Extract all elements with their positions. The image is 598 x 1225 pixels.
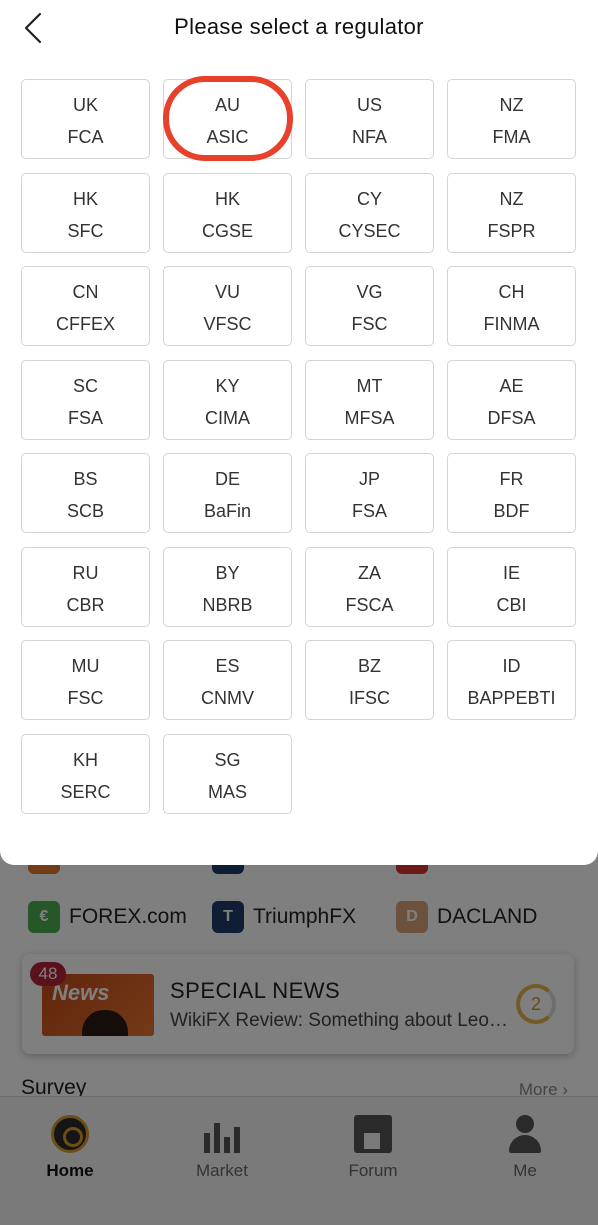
sheet-title: Please select a regulator (174, 14, 424, 39)
regulator-code: SFC (67, 221, 104, 241)
regulator-country: AE (499, 376, 524, 396)
regulator-country: CY (356, 189, 382, 209)
regulator-code: SCB (66, 501, 104, 521)
regulator-code: FSC (351, 314, 388, 334)
regulator-country: SG (214, 750, 241, 770)
regulator-code: CFFEX (55, 314, 115, 334)
regulator-country: AU (214, 95, 240, 115)
regulator-option-mfsa-mt[interactable]: MT MFSA (305, 360, 434, 440)
regulator-option-sfc-hk[interactable]: HK SFC (21, 173, 150, 253)
regulator-country: HK (72, 189, 98, 209)
regulator-select-sheet: Please select a regulator UK FCA AU ASIC US N… (0, 0, 598, 865)
regulator-code: FCA (67, 127, 104, 147)
regulator-code: BAPPEBTI (467, 688, 556, 708)
regulator-code: FINMA (483, 314, 540, 334)
regulator-option-vfsc-vu[interactable]: VU VFSC (163, 266, 292, 346)
regulator-option-fspr-nz[interactable]: NZ FSPR (447, 173, 576, 253)
regulator-code: CGSE (201, 221, 253, 241)
regulator-option-fsa-sc[interactable]: SC FSA (21, 360, 150, 440)
regulator-option-bafin-de[interactable]: DE BaFin (163, 453, 292, 533)
regulator-option-finma-ch[interactable]: CH FINMA (447, 266, 576, 346)
regulator-option-ifsc-bz[interactable]: BZ IFSC (305, 640, 434, 720)
regulator-option-serc-kh[interactable]: KH SERC (21, 734, 150, 814)
regulator-code: BaFin (203, 501, 252, 521)
regulator-country: SC (72, 376, 98, 396)
regulator-option-scb-bs[interactable]: BS SCB (21, 453, 150, 533)
regulator-country: IE (502, 563, 520, 583)
regulator-code: CBR (66, 595, 105, 615)
regulator-country: KH (72, 750, 98, 770)
regulator-country: MU (71, 656, 100, 676)
regulator-country: ID (502, 656, 521, 676)
regulator-country: ZA (357, 563, 381, 583)
regulator-code: CYSEC (338, 221, 401, 241)
regulator-country: FR (499, 469, 524, 489)
regulator-country: NZ (499, 189, 524, 209)
regulator-country: JP (358, 469, 380, 489)
regulator-option-cbi-ie[interactable]: IE CBI (447, 547, 576, 627)
regulator-option-fca-uk[interactable]: UK FCA (21, 79, 150, 159)
regulator-option-cima-ky[interactable]: KY CIMA (163, 360, 292, 440)
regulator-country: CN (72, 282, 99, 302)
regulator-code: FSCA (345, 595, 394, 615)
regulator-code: CIMA (205, 408, 250, 428)
regulator-country: VG (356, 282, 383, 302)
regulator-code: MFSA (344, 408, 395, 428)
regulator-option-mas-sg[interactable]: SG MAS (163, 734, 292, 814)
regulator-country: US (356, 95, 382, 115)
regulator-code: CBI (496, 595, 527, 615)
regulator-code: ASIC (206, 127, 249, 147)
regulator-country: KY (215, 376, 240, 396)
regulator-country: MT (356, 376, 383, 396)
regulator-code: BDF (493, 501, 530, 521)
regulator-code: FSC (67, 688, 104, 708)
regulator-code: FSA (67, 408, 103, 428)
regulator-code: IFSC (348, 688, 390, 708)
regulator-country: BS (73, 469, 98, 489)
regulator-option-nbrb-by[interactable]: BY NBRB (163, 547, 292, 627)
regulator-option-cysec-cy[interactable]: CY CYSEC (305, 173, 434, 253)
regulator-option-cbr-ru[interactable]: RU CBR (21, 547, 150, 627)
regulator-option-fma-nz[interactable]: NZ FMA (447, 79, 576, 159)
regulator-country: BY (215, 563, 240, 583)
regulator-option-nfa-us[interactable]: US NFA (305, 79, 434, 159)
regulator-option-cgse-hk[interactable]: HK CGSE (163, 173, 292, 253)
regulator-code: FMA (492, 127, 531, 147)
regulator-country: HK (214, 189, 240, 209)
regulator-code: NFA (351, 127, 387, 147)
regulator-code: FSA (351, 501, 387, 521)
regulator-code: NBRB (202, 595, 253, 615)
regulator-code: VFSC (203, 314, 252, 334)
regulator-option-fsca-za[interactable]: ZA FSCA (305, 547, 434, 627)
regulator-option-fsa-jp[interactable]: JP FSA (305, 453, 434, 533)
regulator-country: RU (72, 563, 99, 583)
regulator-country: VU (214, 282, 240, 302)
regulator-code: FSPR (487, 221, 536, 241)
regulator-option-asic-au[interactable]: AU ASIC (163, 79, 292, 159)
regulator-country: NZ (499, 95, 524, 115)
regulator-country: CH (498, 282, 525, 302)
regulator-code: CNMV (201, 688, 254, 708)
regulator-country: UK (72, 95, 98, 115)
regulator-option-cnmv-es[interactable]: ES CNMV (163, 640, 292, 720)
regulator-code: SERC (60, 782, 111, 802)
regulator-option-dfsa-ae[interactable]: AE DFSA (447, 360, 576, 440)
regulator-code: DFSA (487, 408, 536, 428)
regulator-option-bdf-fr[interactable]: FR BDF (447, 453, 576, 533)
regulator-country: DE (214, 469, 240, 489)
regulator-country: BZ (357, 656, 381, 676)
regulator-option-bappebti-id[interactable]: ID BAPPEBTI (447, 640, 576, 720)
regulator-option-cffex-cn[interactable]: CN CFFEX (21, 266, 150, 346)
regulator-country: ES (215, 656, 240, 676)
regulator-option-fsc-mu[interactable]: MU FSC (21, 640, 150, 720)
regulator-option-fsc-vg[interactable]: VG FSC (305, 266, 434, 346)
regulator-code: MAS (207, 782, 247, 802)
